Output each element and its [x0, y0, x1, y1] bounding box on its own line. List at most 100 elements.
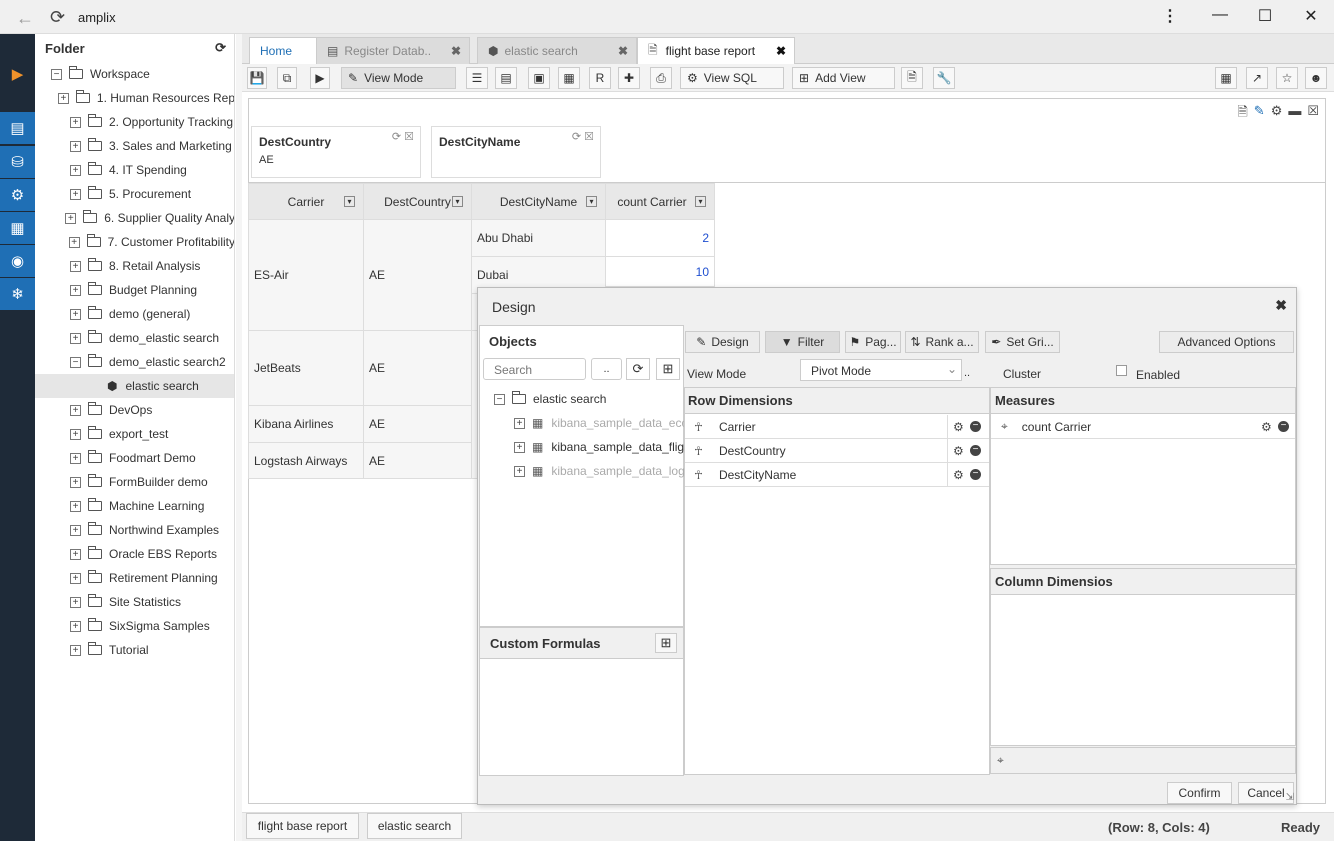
- database-icon[interactable]: ⛁: [0, 146, 35, 178]
- set-grid-tab-button[interactable]: ✒ Set Gri...: [985, 331, 1060, 353]
- folder-tree-item[interactable]: + SixSigma Samples: [35, 614, 234, 638]
- pivot-header-carrier[interactable]: Carrier ▾: [248, 183, 364, 220]
- folder-tree-item[interactable]: + Tutorial: [35, 638, 234, 662]
- table-view-button[interactable]: ▦: [558, 67, 580, 89]
- dropdown-icon[interactable]: ▾: [586, 196, 597, 207]
- eye-icon[interactable]: ◉: [0, 245, 35, 277]
- view-sql-button[interactable]: ⚙ View SQL: [680, 67, 784, 89]
- expand-icon[interactable]: +: [514, 441, 525, 453]
- excel-icon[interactable]: 🗎: [1237, 103, 1247, 125]
- folder-tree-item[interactable]: + Northwind Examples: [35, 518, 234, 542]
- panel-splitter[interactable]: [236, 34, 242, 841]
- snowflake-icon[interactable]: ❄: [0, 278, 35, 310]
- pivot-header-destcityname[interactable]: DestCityName ▾: [471, 183, 606, 220]
- refresh-objects-button[interactable]: ⟳: [626, 358, 650, 380]
- tab-register-database[interactable]: ▤ Register Datab.. ✖: [316, 37, 470, 64]
- favorite-button[interactable]: ☆: [1276, 67, 1298, 89]
- profile-button[interactable]: ☻: [1305, 67, 1327, 89]
- expand-icon[interactable]: +: [70, 188, 81, 200]
- expand-icon[interactable]: +: [70, 116, 81, 128]
- gear-icon[interactable]: ⚙: [1271, 103, 1283, 125]
- objects-search-input[interactable]: Search: [483, 358, 586, 380]
- folder-tree-item[interactable]: + DevOps: [35, 398, 234, 422]
- gear-icon[interactable]: ⚙: [953, 444, 964, 458]
- expand-icon[interactable]: +: [65, 212, 77, 224]
- folder-tree-item[interactable]: +6. Supplier Quality Analy: [35, 206, 234, 230]
- page-tab-button[interactable]: ⚑ Pag...: [845, 331, 901, 353]
- wrench-button[interactable]: 🔧: [933, 67, 955, 89]
- collapse-icon[interactable]: −: [51, 68, 62, 80]
- folder-tree-item[interactable]: +3. Sales and Marketing: [35, 134, 234, 158]
- print-button[interactable]: ⎙: [650, 67, 672, 89]
- view-mode-button[interactable]: ✎ View Mode: [341, 67, 456, 89]
- object-tree-item[interactable]: + ▦ kibana_sample_data_logs: [514, 459, 691, 483]
- list-view-button[interactable]: ☰: [466, 67, 488, 89]
- expand-icon[interactable]: +: [57, 92, 69, 104]
- calendar-button[interactable]: ▦: [1215, 67, 1237, 89]
- tab-elastic-search[interactable]: ⬢ elastic search ✖: [477, 37, 637, 64]
- collapse-icon[interactable]: −: [494, 393, 505, 405]
- expand-icon[interactable]: +: [70, 140, 81, 152]
- maximize-icon[interactable]: ▬: [1288, 103, 1301, 125]
- refresh-icon[interactable]: ⟳: [215, 40, 226, 56]
- folder-tree-item[interactable]: + demo (general): [35, 302, 234, 326]
- folder-tree-item[interactable]: +8. Retail Analysis: [35, 254, 234, 278]
- filter-reset-icon[interactable]: ⟳ ☒: [572, 130, 594, 143]
- folder-tree-item[interactable]: ⬢ elastic search: [35, 374, 234, 398]
- folder-tree-item[interactable]: +4. IT Spending: [35, 158, 234, 182]
- folder-tree-item[interactable]: − demo_elastic search2: [35, 350, 234, 374]
- object-tree-item[interactable]: + ▦ kibana_sample_data_ecom: [514, 411, 698, 435]
- filter-destcityname[interactable]: DestCityName ⟳ ☒: [431, 126, 601, 178]
- status-tab-elastic-search[interactable]: elastic search: [367, 813, 462, 839]
- advanced-options-button[interactable]: Advanced Options: [1159, 331, 1294, 353]
- rank-tab-button[interactable]: ⇅ Rank a...: [905, 331, 979, 353]
- expand-icon[interactable]: +: [70, 572, 81, 584]
- gear-icon[interactable]: ⚙: [953, 468, 964, 482]
- minimize-button[interactable]: —: [1205, 6, 1235, 24]
- expand-icon[interactable]: +: [70, 596, 81, 608]
- settings-icon[interactable]: ⚙: [0, 179, 35, 211]
- folder-tree-item[interactable]: +7. Customer Profitability: [35, 230, 234, 254]
- pivot-header-destcountry[interactable]: DestCountry ▾: [363, 183, 472, 220]
- close-tab-icon[interactable]: ✖: [776, 44, 786, 58]
- expand-icon[interactable]: +: [70, 452, 81, 464]
- folder-tree-item[interactable]: + Foodmart Demo: [35, 446, 234, 470]
- remove-icon[interactable]: −: [1278, 421, 1289, 432]
- map-icon[interactable]: ▦: [0, 212, 35, 244]
- confirm-button[interactable]: Confirm: [1167, 782, 1232, 804]
- expand-icon[interactable]: +: [70, 476, 81, 488]
- folder-tree-item[interactable]: + Oracle EBS Reports: [35, 542, 234, 566]
- row-dimension-item[interactable]: ☥ DestCountry ⚙ −: [685, 439, 989, 463]
- folder-tree-item[interactable]: +2. Opportunity Tracking: [35, 110, 234, 134]
- expand-icon[interactable]: +: [514, 465, 525, 477]
- run-button[interactable]: ▶: [310, 67, 330, 89]
- reload-icon[interactable]: ⟳: [50, 7, 65, 28]
- play-icon[interactable]: ▶: [0, 58, 35, 90]
- expand-icon[interactable]: +: [70, 428, 81, 440]
- dropdown-icon[interactable]: ▾: [344, 196, 355, 207]
- card-view-button[interactable]: ▣: [528, 67, 550, 89]
- folder-tree-item[interactable]: − Workspace: [35, 62, 234, 86]
- expand-icon[interactable]: +: [70, 260, 81, 272]
- crop-icon[interactable]: ⌖: [997, 753, 1004, 768]
- design-tab-button[interactable]: ✎ Design: [685, 331, 760, 353]
- folder-tree-item[interactable]: + Retirement Planning: [35, 566, 234, 590]
- remove-icon[interactable]: −: [970, 421, 981, 432]
- row-dimension-item[interactable]: ☥ Carrier ⚙ −: [685, 415, 989, 439]
- object-tree-root[interactable]: − elastic search: [494, 387, 684, 411]
- chart-view-button[interactable]: ▤: [495, 67, 517, 89]
- folder-tree-item[interactable]: + export_test: [35, 422, 234, 446]
- expand-icon[interactable]: +: [70, 332, 81, 344]
- expand-icon[interactable]: +: [70, 404, 81, 416]
- expand-icon[interactable]: +: [70, 548, 81, 560]
- gear-icon[interactable]: ⚙: [953, 420, 964, 434]
- row-dimension-item[interactable]: ☥ DestCityName ⚙ −: [685, 463, 989, 487]
- remove-icon[interactable]: −: [970, 469, 981, 480]
- cluster-checkbox[interactable]: [1116, 365, 1127, 376]
- tab-flight-base-report[interactable]: 🗎 flight base report ✖: [637, 37, 795, 64]
- expand-icon[interactable]: +: [70, 308, 81, 320]
- expand-icon[interactable]: +: [70, 524, 81, 536]
- dropdown-icon[interactable]: ▾: [695, 196, 706, 207]
- expand-icon[interactable]: +: [70, 500, 81, 512]
- object-tree-item[interactable]: + ▦ kibana_sample_data_flights: [514, 435, 700, 459]
